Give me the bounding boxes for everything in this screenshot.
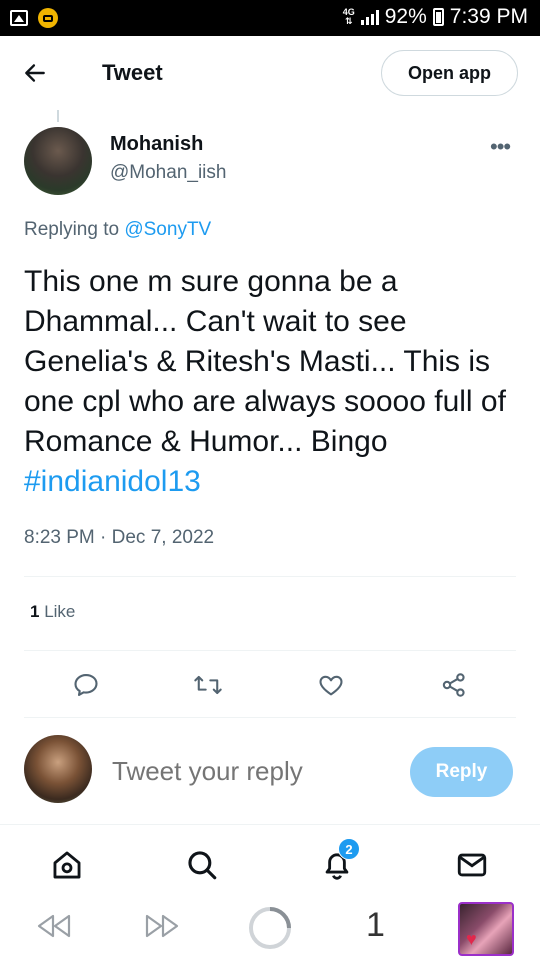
share-icon — [442, 673, 465, 697]
network-indicator: 4G ⇅ — [342, 7, 355, 26]
tweet-timestamp[interactable]: 8:23 PM · Dec 7, 2022 — [24, 527, 214, 549]
replying-to: Replying to @SonyTV — [24, 219, 211, 241]
search-icon — [188, 851, 217, 880]
current-user-avatar — [24, 735, 92, 803]
rewind-icon — [37, 914, 71, 938]
share-button[interactable] — [437, 668, 471, 702]
browser-forward-button[interactable] — [142, 908, 182, 949]
profile-thumbnail[interactable] — [458, 902, 514, 956]
messages-icon — [457, 853, 487, 877]
tweet-body: This one m sure gonna be a Dhammal... Ca… — [24, 265, 506, 458]
gallery-icon — [10, 10, 28, 26]
retweet-icon — [194, 675, 222, 695]
thread-connector-line — [57, 110, 59, 122]
tweet-text: This one m sure gonna be a Dhammal... Ca… — [24, 262, 524, 502]
page-title: Tweet — [102, 60, 163, 85]
reply-input[interactable] — [112, 756, 392, 787]
status-bar: 4G ⇅ 92% 7:39 PM — [0, 0, 540, 36]
reply-icon — [74, 674, 98, 696]
open-app-button[interactable]: Open app — [381, 50, 518, 96]
back-button[interactable] — [22, 60, 52, 86]
divider — [24, 717, 516, 718]
tab-home[interactable] — [47, 845, 87, 885]
reply-button[interactable] — [69, 668, 103, 702]
replying-to-link[interactable]: @SonyTV — [124, 219, 211, 240]
author-name[interactable]: Mohanish — [110, 133, 203, 156]
tab-search[interactable] — [182, 845, 222, 885]
coin-icon — [38, 8, 58, 28]
browser-reload-button[interactable] — [248, 906, 292, 955]
like-count[interactable]: 1 Like — [30, 602, 75, 622]
fast-forward-icon — [145, 914, 179, 938]
like-icon — [319, 675, 343, 696]
like-count-label: Like — [44, 602, 76, 621]
tab-messages[interactable] — [452, 845, 492, 885]
divider — [24, 576, 516, 577]
bottom-tab-bar — [0, 824, 540, 894]
signal-icon — [360, 9, 379, 25]
replying-prefix: Replying to — [24, 219, 120, 240]
home-icon — [53, 851, 81, 879]
author-handle[interactable]: @Mohan_iish — [110, 162, 226, 184]
top-header: Tweet Open app — [0, 36, 540, 112]
notification-badge: 2 — [338, 838, 360, 860]
battery-percent: 92% — [384, 5, 427, 28]
divider — [24, 650, 516, 651]
battery-icon — [432, 8, 444, 26]
hashtag-link[interactable]: #indianidol13 — [24, 465, 201, 498]
retweet-button[interactable] — [191, 668, 225, 702]
more-horizontal-icon[interactable]: ••• — [490, 134, 511, 160]
reply-submit-button[interactable]: Reply — [410, 747, 513, 797]
like-count-number: 1 — [30, 602, 40, 621]
author-avatar[interactable] — [24, 127, 92, 195]
browser-back-button[interactable] — [34, 908, 74, 949]
like-button[interactable] — [314, 668, 348, 702]
arrow-left-icon — [25, 64, 45, 82]
tab-count[interactable]: 1 — [366, 906, 385, 945]
loading-spinner-icon — [249, 907, 291, 949]
clock: 7:39 PM — [449, 5, 528, 28]
